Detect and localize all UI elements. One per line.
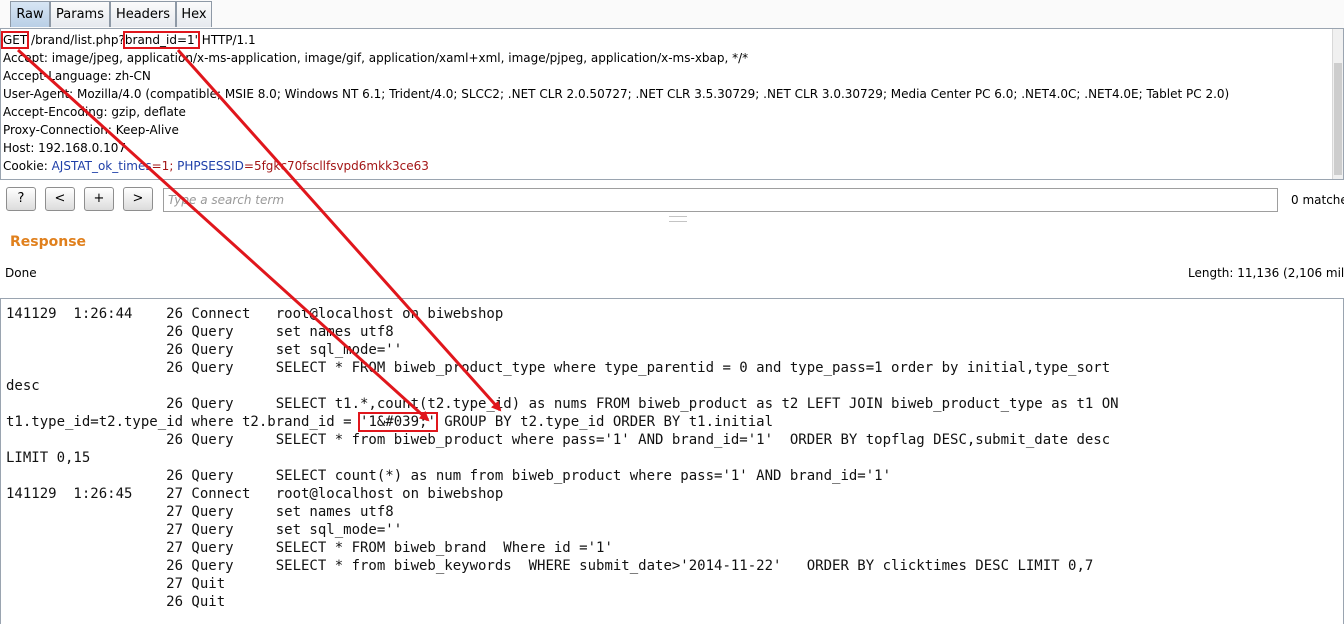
log-line: 141129 1:26:45 27 Connect root@localhost… (6, 486, 504, 502)
editor-tabbar: Raw Params Headers Hex (0, 0, 1344, 29)
match-count: 0 matches (1291, 193, 1344, 207)
cookie-value-phpsessid: =5fgkc70fscllfsvpd6mkk3ce63 (243, 159, 429, 173)
header-proxy-connection: Proxy-Connection: Keep-Alive (3, 123, 179, 137)
header-accept-language: Accept-Language: zh-CN (3, 69, 151, 83)
log-line: 26 Query SELECT * FROM biweb_product_typ… (6, 360, 1111, 376)
log-line: LIMIT 0,15 (6, 450, 91, 466)
split-divider-handle[interactable] (669, 216, 687, 222)
log-line: 27 Quit (6, 576, 276, 592)
cookie-value-ajstat: =1; (151, 159, 178, 173)
tab-headers[interactable]: Headers (110, 1, 176, 27)
next-match-button[interactable]: > (123, 187, 153, 211)
search-input[interactable] (163, 188, 1278, 212)
log-line: 26 Query SELECT * from biweb_keywords WH… (6, 558, 1094, 574)
add-button[interactable]: + (84, 187, 114, 211)
log-line: 26 Query SELECT * from biweb_product whe… (6, 432, 1111, 448)
log-line: 27 Query set sql_mode='' (6, 522, 403, 538)
log-line: 26 Query SELECT count(*) as num from biw… (6, 468, 892, 484)
cookie-name-ajstat: AJSTAT_ok_times (51, 159, 152, 173)
status-text: Done (5, 266, 37, 280)
response-length: Length: 11,136 (2,106 millis) (1188, 266, 1344, 280)
request-scrollbar-thumb[interactable] (1334, 63, 1342, 175)
header-accept-encoding: Accept-Encoding: gzip, deflate (3, 105, 186, 119)
log-line: 26 Query set sql_mode='' (6, 342, 403, 358)
tab-hex[interactable]: Hex (176, 1, 212, 27)
tab-params[interactable]: Params (50, 1, 110, 27)
mysql-log-panel[interactable]: 141129 1:26:44 26 Connect root@localhost… (0, 298, 1344, 624)
param-highlight: brand_id=1' (122, 31, 200, 49)
log-line: 26 Query set names utf8 (6, 324, 394, 340)
help-button[interactable]: ? (6, 187, 36, 211)
header-accept: Accept: image/jpeg, application/x-ms-app… (3, 51, 749, 65)
response-status-row: Done Length: 11,136 (2,106 millis) (0, 262, 1344, 284)
cookie-name-phpsessid: PHPSESSID (177, 159, 244, 173)
header-cookie: Cookie: AJSTAT_ok_times=1; PHPSESSID=5fg… (3, 157, 429, 175)
log-line: 26 Query SELECT t1.*,count(t2.type_id) a… (6, 396, 1119, 412)
header-user-agent: User-Agent: Mozilla/4.0 (compatible; MSI… (3, 87, 1230, 101)
response-title: Response (10, 234, 87, 250)
cookie-prefix: Cookie: (3, 159, 52, 173)
log-segment: GROUP BY t2.type_id ORDER BY t1.initial (435, 414, 774, 430)
header-host: Host: 192.168.0.107 (3, 141, 126, 155)
request-editor[interactable]: GET /brand/list.php?brand_id=1' HTTP/1.1… (0, 29, 1344, 180)
search-bar: ? < + > 0 matches (0, 184, 1344, 216)
request-path: /brand/list.php? (27, 33, 125, 47)
log-line: desc (6, 378, 40, 394)
escaped-quote-highlight: '1&#039;' (358, 412, 438, 432)
log-segment: t1.type_id=t2.type_id where t2.brand_id … (6, 414, 361, 430)
request-protocol: HTTP/1.1 (197, 33, 256, 47)
tab-raw[interactable]: Raw (10, 1, 50, 27)
log-line: 141129 1:26:44 26 Connect root@localhost… (6, 306, 504, 322)
log-line: 26 Quit (6, 594, 276, 610)
request-scrollbar[interactable] (1332, 29, 1343, 179)
method-highlight: GET (1, 31, 30, 49)
log-line: 27 Query set names utf8 (6, 504, 394, 520)
log-line: 27 Query SELECT * FROM biweb_brand Where… (6, 540, 613, 556)
previous-match-button[interactable]: < (45, 187, 75, 211)
log-line: t1.type_id=t2.type_id where t2.brand_id … (6, 412, 774, 432)
request-line: GET /brand/list.php?brand_id=1' HTTP/1.1 (1, 31, 256, 49)
